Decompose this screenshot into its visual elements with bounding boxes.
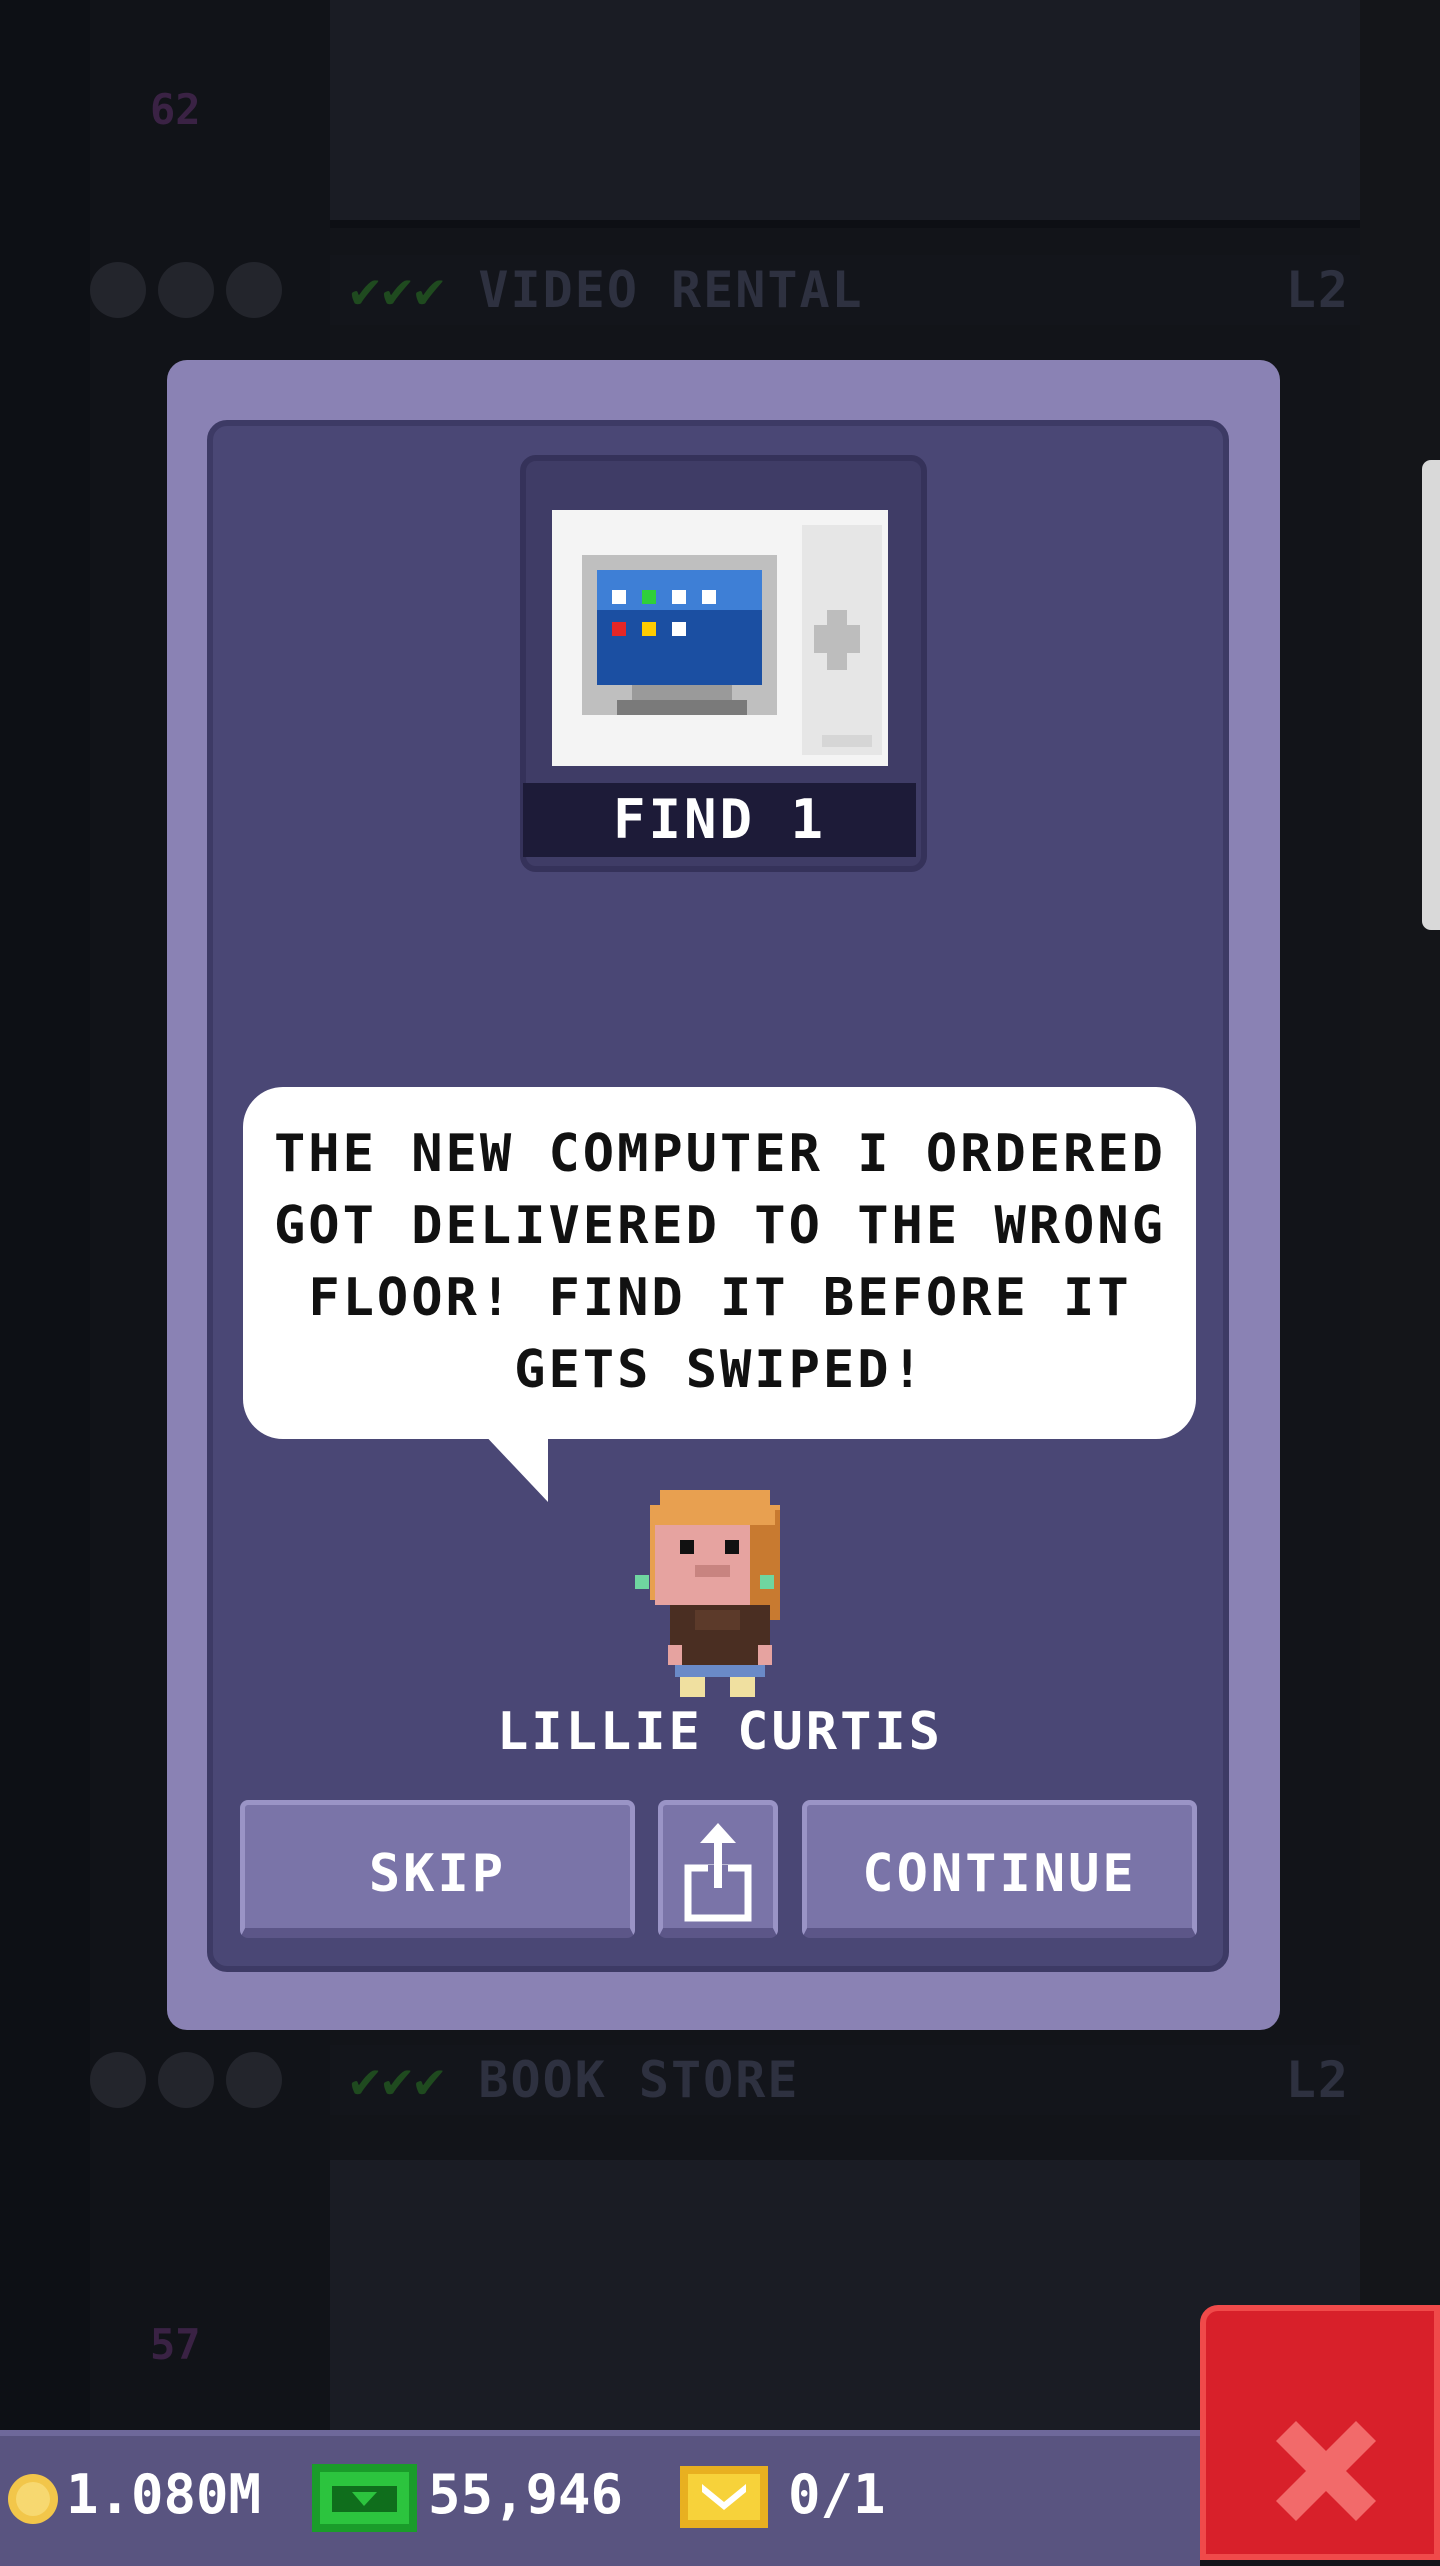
npc-avatar — [635, 1490, 780, 1697]
right-shaft — [1360, 0, 1440, 2440]
floor-label-book-store: ✔✔✔ BOOK STORE L2 — [330, 2045, 1360, 2115]
skip-button[interactable]: SKIP — [240, 1800, 635, 1938]
close-button[interactable] — [1200, 2305, 1440, 2560]
bux-value: 55,946 — [428, 2463, 624, 2526]
item-image — [552, 510, 888, 766]
ticket-icon — [680, 2466, 768, 2528]
speech-text: THE NEW COMPUTER I ORDERED GOT DELIVERED… — [274, 1124, 1166, 1400]
npc-name: LILLIE CURTIS — [497, 1702, 943, 1762]
tickets-value: 0/1 — [788, 2463, 886, 2526]
bux-icon — [312, 2464, 417, 2532]
left-shaft — [0, 0, 90, 2440]
check-icons: ✔✔✔ — [350, 2051, 447, 2109]
floor-label-video-rental: ✔✔✔ VIDEO RENTAL L2 — [330, 255, 1360, 325]
share-icon — [684, 1823, 752, 1922]
find-count-label: FIND 1 — [523, 783, 916, 857]
floor-stars — [90, 2052, 294, 2112]
floor-level: L2 — [1285, 261, 1350, 319]
speech-bubble-tail — [480, 1430, 548, 1502]
floor-level: L2 — [1285, 2051, 1350, 2109]
continue-button[interactable]: CONTINUE — [802, 1800, 1197, 1938]
floor-number: 62 — [150, 85, 201, 134]
floor-video-rental-room — [330, 0, 1360, 228]
coin-icon — [8, 2474, 58, 2524]
coins-value: 1.080M — [66, 2463, 262, 2526]
check-icons: ✔✔✔ — [350, 261, 447, 319]
floor-stars — [90, 262, 294, 322]
side-drawer-handle[interactable] — [1422, 460, 1440, 930]
floor-name: VIDEO RENTAL — [478, 261, 864, 319]
floor-name: BOOK STORE — [478, 2051, 800, 2109]
computer-icon — [552, 510, 888, 766]
share-button[interactable] — [658, 1800, 778, 1938]
floor-number: 57 — [150, 2320, 201, 2369]
close-icon — [1276, 2421, 1376, 2521]
